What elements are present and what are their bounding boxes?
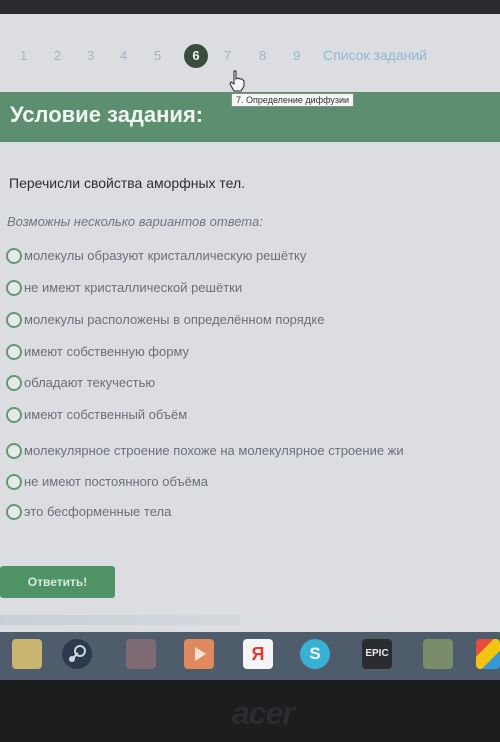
option-checkbox[interactable] (6, 407, 22, 423)
page-link-1[interactable]: 1 (20, 48, 27, 63)
page-link-5[interactable]: 5 (154, 48, 161, 63)
option-label: молекулярное строение похоже на молекуля… (24, 443, 404, 458)
play-icon (195, 647, 206, 661)
taskbar: Я S EPIC (0, 632, 500, 680)
media-player-icon[interactable] (184, 639, 214, 669)
task-pager: 1 2 3 4 5 6 7 8 9 Список заданий (0, 42, 500, 72)
page-link-2[interactable]: 2 (54, 48, 61, 63)
steam-logo-icon (69, 645, 86, 662)
option-checkbox[interactable] (6, 344, 22, 360)
epic-games-icon[interactable]: EPIC (362, 639, 392, 669)
answer-hint: Возможны несколько вариантов ответа: (7, 214, 263, 229)
submit-answer-button[interactable]: Ответить! (0, 566, 115, 598)
skype-icon[interactable]: S (300, 639, 330, 669)
option-checkbox[interactable] (6, 280, 22, 296)
question-text: Перечисли свойства аморфных тел. (9, 175, 246, 191)
option-checkbox[interactable] (6, 248, 22, 264)
page-link-9[interactable]: 9 (293, 48, 300, 63)
option-label: не имеют постоянного объёма (24, 474, 208, 489)
footer-link-blur (0, 615, 240, 625)
option-label: обладают текучестью (24, 375, 156, 390)
task-list-link[interactable]: Список заданий (323, 47, 427, 63)
rubiks-cube-icon[interactable] (476, 639, 500, 669)
hand-cursor-icon (229, 70, 245, 92)
page-link-6-active[interactable]: 6 (184, 44, 208, 68)
top-strip (0, 0, 500, 14)
minecraft-icon[interactable] (423, 639, 453, 669)
browser-page: 1 2 3 4 5 6 7 8 9 Список заданий Условие… (0, 0, 500, 632)
option-checkbox[interactable] (6, 504, 22, 520)
page-link-4[interactable]: 4 (120, 48, 127, 63)
option-label: имеют собственный объём (24, 407, 188, 422)
option-checkbox[interactable] (6, 312, 22, 328)
option-checkbox[interactable] (6, 474, 22, 490)
page-link-7[interactable]: 7 (224, 48, 231, 63)
file-manager-icon[interactable] (12, 639, 42, 669)
option-label: молекулы расположены в определённом поря… (24, 312, 325, 327)
option-checkbox[interactable] (6, 375, 22, 391)
page-link-3[interactable]: 3 (87, 48, 94, 63)
page-tooltip: 7. Определение диффузии (231, 93, 355, 107)
option-label: это бесформенные тела (24, 504, 172, 519)
app-icon[interactable] (126, 639, 156, 669)
acer-logo: acer (232, 695, 295, 731)
yandex-browser-icon[interactable]: Я (243, 639, 273, 669)
option-label: не имеют кристаллической решётки (24, 280, 243, 295)
banner-title: Условие задания: (10, 102, 204, 127)
option-checkbox[interactable] (6, 443, 22, 459)
steam-icon[interactable] (62, 639, 92, 669)
option-label: имеют собственную форму (24, 344, 190, 359)
page-link-8[interactable]: 8 (259, 48, 266, 63)
option-label: молекулы образуют кристаллическую решётк… (24, 248, 307, 263)
